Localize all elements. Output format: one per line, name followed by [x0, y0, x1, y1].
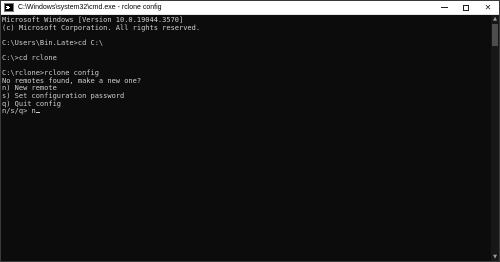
console-line: s) Set configuration password — [2, 91, 125, 100]
cmd-icon[interactable] — [4, 3, 14, 12]
terminal-window: C:\Windows\system32\cmd.exe - rclone con… — [0, 0, 500, 262]
prompt-line[interactable]: n/s/q> n — [2, 107, 491, 116]
scroll-down-icon[interactable]: ▼ — [491, 253, 499, 261]
window-title: C:\Windows\system32\cmd.exe - rclone con… — [18, 4, 162, 11]
console-line: (c) Microsoft Corporation. All rights re… — [2, 23, 201, 32]
console-line: q) Quit config — [2, 99, 62, 108]
title-bar[interactable]: C:\Windows\system32\cmd.exe - rclone con… — [1, 1, 499, 15]
maximize-button[interactable] — [455, 1, 477, 15]
scroll-up-icon[interactable]: ▲ — [491, 15, 499, 23]
prompt-text: n/s/q> n — [2, 107, 36, 116]
text-cursor — [35, 112, 40, 114]
console-line: No remotes found, make a new one? — [2, 76, 142, 85]
console-line: C:\>cd rclone — [2, 53, 57, 62]
console-line: C:\Users\Bin.Late>cd C:\ — [2, 38, 104, 47]
window-controls: ✕ — [433, 1, 499, 15]
minimize-icon — [440, 7, 448, 8]
maximize-icon — [463, 4, 469, 11]
scrollbar-thumb[interactable] — [492, 24, 498, 46]
console-output[interactable]: Microsoft Windows [Version 10.0.19044.35… — [1, 15, 491, 261]
close-icon: ✕ — [484, 2, 492, 12]
minimize-button[interactable] — [433, 1, 455, 15]
vertical-scrollbar[interactable]: ▲ ▼ — [491, 15, 499, 261]
close-button[interactable]: ✕ — [477, 1, 499, 15]
